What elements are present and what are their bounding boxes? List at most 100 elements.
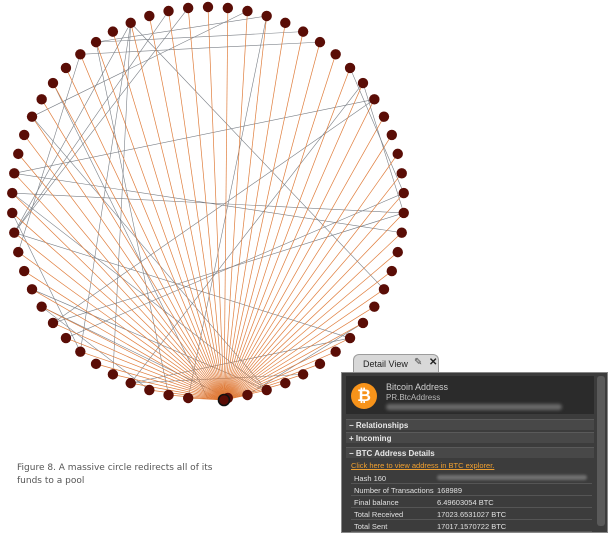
graph-node [182,2,194,14]
graph-edge [23,134,225,401]
graph-node [60,332,72,344]
section-incoming[interactable]: + Incoming [346,432,594,443]
graph-node [144,384,155,396]
graph-node [9,227,20,238]
graph-edge [130,82,364,384]
graph-node [242,5,253,17]
graph-node [280,377,291,389]
graph-node [386,265,397,277]
explorer-link[interactable]: Click here to view address in BTC explor… [351,461,494,470]
graph-node [107,369,119,380]
graph-node [398,187,409,199]
graph-edge [148,15,225,401]
graph-node [280,17,291,29]
graph-node [163,389,174,401]
close-icon[interactable]: ✕ [429,357,437,368]
graph-edge [14,173,225,401]
bitcoin-icon: ₿ [351,383,377,409]
graph-node [314,36,326,48]
detail-row-total-received: Total Received 17023.6531027 BTC [351,508,592,520]
graph-edge [12,192,404,214]
graph-node [60,62,72,74]
graph-edges [11,6,405,401]
graph-node [396,227,407,238]
tab-detail-view[interactable]: Detail View ✎ ✕ [353,354,439,373]
redacted-hash [437,475,587,480]
detail-row-final-balance: Final balance 6.49603054 BTC [351,496,592,508]
scrollbar[interactable] [597,376,605,526]
graph-node [297,26,309,37]
row-value: 17023.6531027 BTC [437,510,507,519]
graph-node [7,187,18,199]
graph-node [386,129,397,141]
graph-node [13,246,24,258]
graph-node [36,301,47,312]
graph-edge [223,22,286,401]
redacted-address [386,404,562,410]
graph-edge [223,82,364,401]
graph-node [7,207,18,219]
section-btc-details[interactable]: − BTC Address Details [346,447,594,458]
graph-node [163,5,174,17]
graph-node [378,284,390,295]
graph-node [357,77,369,89]
graph-node [330,346,341,357]
graph-node [75,346,86,357]
detail-view-panel: Detail View ✎ ✕ ₿ Bitcoin Address PR.Btc… [341,354,608,533]
graph-node [261,10,272,22]
graph-edge [14,99,375,174]
graph-node [330,49,341,60]
graph-node [369,301,380,312]
section-relationships[interactable]: − Relationships [346,419,594,430]
graph-node [26,111,38,122]
graph-node [202,1,214,13]
address-header: ₿ Bitcoin Address PR.BtcAddress [346,376,594,414]
graph-node [19,265,30,277]
graph-node [75,49,86,60]
graph-node [19,129,30,141]
graph-edge [13,22,131,233]
graph-node [125,377,136,389]
graph-edge [349,67,405,194]
graph-node [369,94,380,105]
detail-row-transactions: Number of Transactions 168989 [351,484,592,496]
row-label: Total Sent [354,522,388,531]
graph-node [90,36,102,48]
graph-node [9,168,20,179]
pool-hub-node [217,393,231,407]
graph-node [297,369,309,380]
graph-edge [31,116,225,401]
detail-row-total-sent: Total Sent 17017.1570722 BTC [351,520,592,532]
graph-edge [95,15,267,43]
graph-node [26,284,38,295]
graph-node [36,94,47,105]
graph-node [396,168,407,179]
graph-node [392,148,403,160]
graph-node [242,389,253,401]
row-label: Number of Transactions [354,486,434,495]
graph-node [182,392,194,404]
graph-edge [24,270,225,401]
tab-label: Detail View [363,359,408,369]
pin-icon[interactable]: ✎ [414,357,422,368]
figure-caption: Figure 8. A massive circle redirects all… [17,463,213,486]
graph-node [398,207,409,219]
row-value: 17017.1570722 BTC [437,522,507,531]
graph-node [378,111,390,122]
entity-type: PR.BtcAddress [386,393,441,402]
graph-edge [14,232,225,401]
graph-node [47,77,59,89]
row-label: Final balance [354,498,399,507]
graph-edge [223,54,337,401]
graph-edge [52,322,225,401]
graph-node [47,317,59,329]
graph-edge [96,31,304,43]
graph-node [222,2,234,14]
graph-node [90,358,102,370]
graph-node [344,332,356,344]
graph-node [125,17,136,29]
graph-edge [17,153,225,401]
graph-node [261,384,272,396]
graph-edge [41,306,150,391]
graph-edge [223,42,321,401]
